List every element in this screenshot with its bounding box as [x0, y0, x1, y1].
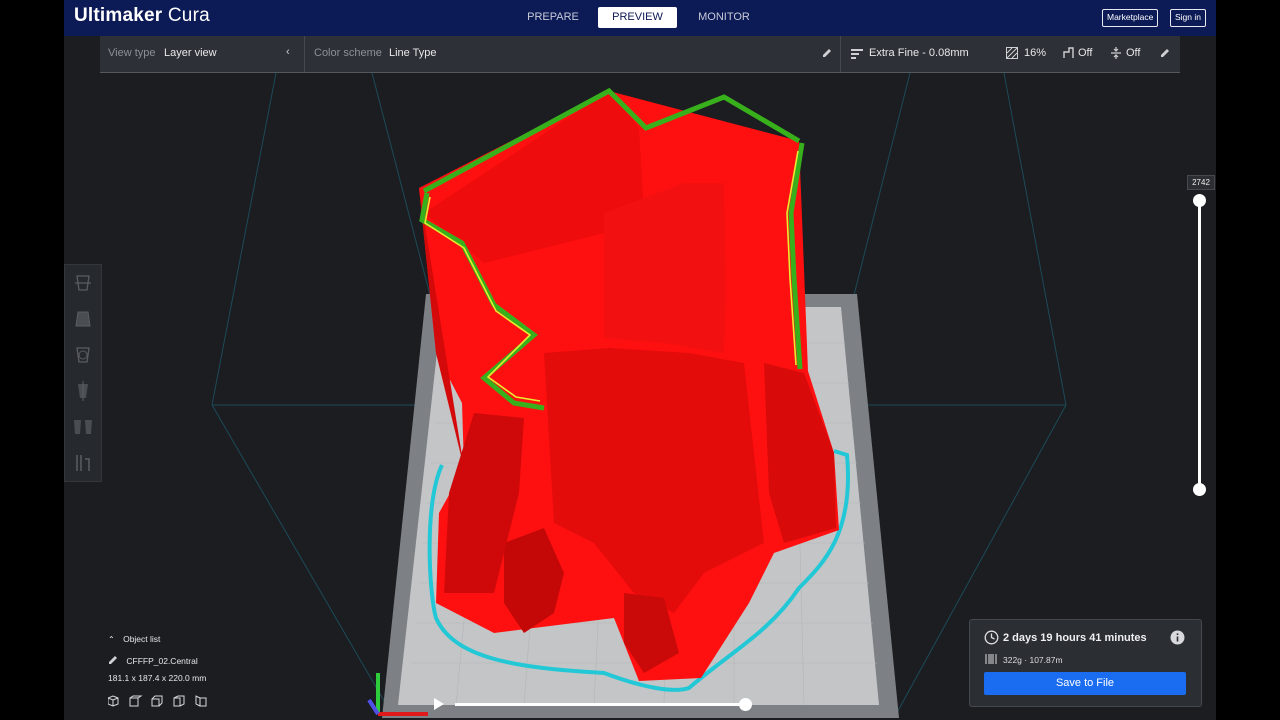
marketplace-button[interactable]: Marketplace: [1102, 9, 1159, 27]
view-front-icon[interactable]: [129, 695, 143, 707]
app-logo: Ultimaker Cura: [74, 5, 210, 27]
view-type-label: View type: [108, 47, 156, 59]
view-right-icon[interactable]: [195, 695, 207, 707]
simulation-track[interactable]: [455, 703, 745, 706]
info-icon[interactable]: [1170, 630, 1185, 645]
support-icon: [1063, 47, 1074, 58]
scale-tool-icon[interactable]: [69, 305, 97, 333]
app-name-bold: Ultimaker: [74, 5, 163, 26]
cura-window: Ultimaker Cura PREPARE PREVIEW MONITOR M…: [64, 0, 1216, 720]
layer-number-badge[interactable]: 2742: [1187, 175, 1215, 190]
print-info-panel: 2 days 19 hours 41 minutes 322g · 107.87…: [969, 619, 1202, 707]
color-scheme-selector[interactable]: Color scheme Line Type: [304, 36, 841, 72]
infill-value: 16%: [1024, 47, 1047, 59]
mirror-tool-icon[interactable]: [69, 377, 97, 405]
camera-view-buttons: [107, 695, 218, 709]
layer-slider-bottom-handle[interactable]: [1193, 483, 1206, 496]
object-list-item[interactable]: CFFFP_02.Central: [108, 655, 198, 666]
object-list-header[interactable]: ⌃ Object list: [108, 634, 160, 644]
tab-monitor[interactable]: MONITOR: [688, 7, 760, 28]
app-name-light: Cura: [167, 5, 210, 26]
layer-slider-track[interactable]: [1198, 200, 1201, 489]
left-toolbar: [64, 264, 102, 482]
sign-in-button[interactable]: Sign in: [1170, 9, 1206, 27]
print-settings-selector[interactable]: Extra Fine - 0.08mm 16% Off Off: [840, 36, 1180, 72]
support-value: Off: [1078, 47, 1093, 59]
pencil-icon[interactable]: [108, 655, 118, 665]
app-header: Ultimaker Cura PREPARE PREVIEW MONITOR M…: [64, 0, 1216, 36]
profile-layers-icon: [851, 49, 863, 59]
filament-spool-icon: [985, 654, 997, 664]
print-material-usage: 322g · 107.87m: [1003, 655, 1063, 665]
adhesion-icon: [1111, 47, 1121, 59]
view-top-icon[interactable]: [151, 695, 163, 707]
rotate-tool-icon[interactable]: [69, 341, 97, 369]
chevron-up-icon[interactable]: ⌃: [108, 635, 115, 644]
layer-slider-top-handle[interactable]: [1193, 194, 1206, 207]
adhesion-value: Off: [1126, 47, 1141, 59]
clock-icon: [984, 630, 999, 645]
view-type-value: Layer view: [164, 47, 217, 59]
infill-icon: [1006, 47, 1018, 59]
tab-prepare[interactable]: PREPARE: [520, 7, 586, 28]
view-left-icon[interactable]: [173, 695, 185, 707]
pencil-icon[interactable]: [1160, 48, 1170, 58]
chevron-left-icon[interactable]: ‹: [286, 46, 290, 58]
simulation-handle[interactable]: [739, 698, 752, 711]
color-scheme-value: Line Type: [389, 47, 437, 59]
view-3d-icon[interactable]: [107, 695, 119, 707]
profile-name: Extra Fine - 0.08mm: [869, 47, 969, 59]
pencil-icon[interactable]: [822, 48, 832, 58]
object-list-title: Object list: [123, 634, 161, 644]
view-type-selector[interactable]: View type Layer view ‹: [100, 36, 305, 72]
move-tool-icon[interactable]: [69, 269, 97, 297]
play-simulation-button[interactable]: [434, 698, 444, 710]
object-dimensions: 181.1 x 187.4 x 220.0 mm: [108, 673, 207, 683]
support-blocker-icon[interactable]: [69, 449, 97, 477]
color-scheme-label: Color scheme: [314, 47, 382, 59]
save-to-file-button[interactable]: Save to File: [984, 672, 1186, 695]
object-name: CFFFP_02.Central: [126, 656, 198, 666]
camera-views: [107, 695, 207, 707]
view-toolbar: View type Layer view ‹ Color scheme Line…: [100, 36, 1180, 73]
tab-preview[interactable]: PREVIEW: [598, 7, 677, 28]
print-time: 2 days 19 hours 41 minutes: [1003, 632, 1147, 644]
per-model-settings-icon[interactable]: [69, 413, 97, 441]
